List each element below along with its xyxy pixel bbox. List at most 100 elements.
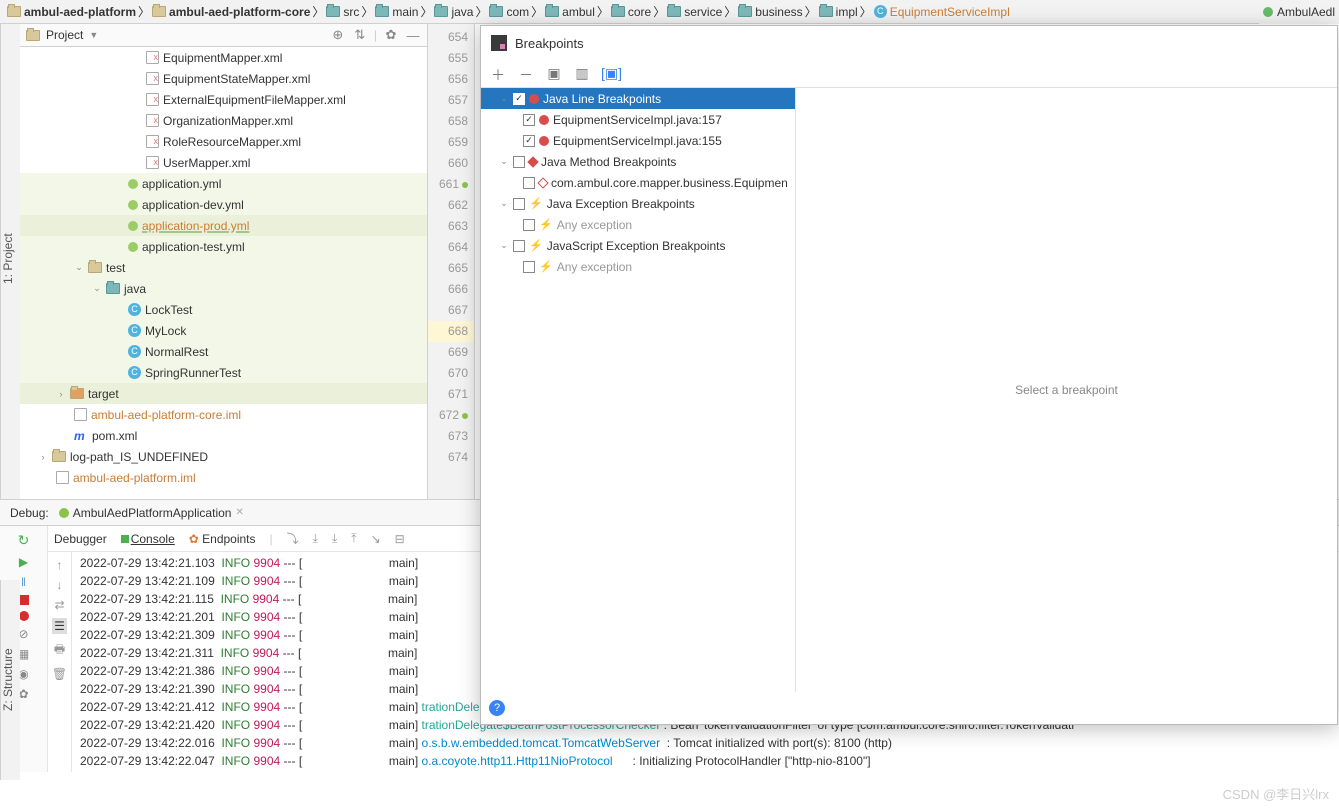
gear-icon[interactable]: ✿ [383, 27, 399, 43]
checkbox-icon[interactable]: ✓ [523, 135, 535, 147]
bp-item[interactable]: ⚡Any exception [481, 214, 795, 235]
bp-item[interactable]: ✓EquipmentServiceImpl.java:155 [481, 130, 795, 151]
tree-item[interactable]: CMyLock [20, 320, 427, 341]
tree-item[interactable]: application-test.yml [20, 236, 427, 257]
tree-item[interactable]: application.yml [20, 173, 427, 194]
breadcrumb-item[interactable]: ambul [543, 5, 597, 19]
bp-group[interactable]: ⌄✓Java Line Breakpoints [481, 88, 795, 109]
watermark: CSDN @李日兴lrx [1223, 784, 1329, 803]
dialog-title-bar[interactable]: Breakpoints [481, 26, 1337, 60]
breadcrumb-item[interactable]: CEquipmentServiceImpl [872, 5, 1012, 19]
stop-icon[interactable] [19, 595, 29, 605]
tree-item[interactable]: ⌄test [20, 257, 427, 278]
clear-icon[interactable]: 🗑 [52, 667, 67, 681]
wrap2-icon[interactable]: ☰ [52, 618, 67, 634]
minimize-icon[interactable]: — [405, 27, 421, 43]
yml-icon [128, 200, 138, 210]
bp-item[interactable]: ✓EquipmentServiceImpl.java:157 [481, 109, 795, 130]
close-icon[interactable]: ✕ [235, 507, 243, 518]
checkbox-icon[interactable] [523, 219, 535, 231]
tree-item[interactable]: EquipmentMapper.xml [20, 47, 427, 68]
pause-icon[interactable]: ‖ [21, 575, 26, 589]
breadcrumb-item[interactable]: service [665, 5, 724, 19]
breakpoint-icon [539, 136, 549, 146]
group-by-class-icon[interactable]: ▥ [573, 65, 591, 83]
locate-icon[interactable]: ⊕ [330, 27, 346, 43]
view-breakpoints-icon[interactable] [19, 611, 29, 621]
rerun-icon[interactable]: ↻ [18, 532, 30, 549]
checkbox-icon[interactable] [513, 198, 525, 210]
project-panel: Project ▼ ⊕ ⇅ | ✿ — EquipmentMapper.xmlE… [20, 24, 428, 499]
group-by-file-icon[interactable]: ▣ [545, 65, 563, 83]
step-into-icon[interactable]: ⤓ [332, 531, 337, 546]
run-to-icon[interactable]: ↘ [371, 532, 381, 546]
file-tab-label: AmbulAedl [1277, 5, 1335, 19]
up-icon[interactable]: ↑ [57, 558, 63, 572]
bp-group[interactable]: ⌄⚡Java Exception Breakpoints [481, 193, 795, 214]
chevron-icon[interactable]: ⇅ [352, 27, 368, 43]
endpoints-tab[interactable]: ✿ Endpoints [189, 532, 256, 546]
step-over-icon[interactable]: ⤓ [313, 531, 318, 546]
breadcrumb-item[interactable]: com [487, 5, 531, 19]
tree-item[interactable]: ›target [20, 383, 427, 404]
xml-icon [146, 114, 159, 127]
project-tree[interactable]: EquipmentMapper.xmlEquipmentStateMapper.… [20, 47, 427, 499]
group-by-package-icon[interactable]: [▣] [601, 65, 619, 83]
tree-item[interactable]: OrganizationMapper.xml [20, 110, 427, 131]
bp-group[interactable]: ⌄Java Method Breakpoints [481, 151, 795, 172]
dialog-title: Breakpoints [515, 36, 584, 51]
tree-item[interactable]: ExternalEquipmentFileMapper.xml [20, 89, 427, 110]
tree-item[interactable]: ambul-aed-platform-core.iml [20, 404, 427, 425]
tree-item[interactable]: application-prod.yml [20, 215, 427, 236]
editor-gutter[interactable]: 6546556566576586596606616626636646656666… [428, 24, 475, 499]
checkbox-icon[interactable] [523, 261, 535, 273]
eval-icon[interactable]: ⊟ [395, 532, 405, 546]
tree-item[interactable]: CNormalRest [20, 341, 427, 362]
breadcrumb-item[interactable]: java [432, 5, 475, 19]
tree-item[interactable]: RoleResourceMapper.xml [20, 131, 427, 152]
tree-item[interactable]: mpom.xml [20, 425, 427, 446]
checkbox-icon[interactable]: ✓ [523, 114, 535, 126]
exception-bp-icon: ⚡ [529, 197, 543, 210]
breadcrumb-item[interactable]: ambul-aed-platform [5, 5, 138, 19]
bp-item[interactable]: com.ambul.core.mapper.business.Equipmen [481, 172, 795, 193]
method-bp-icon [527, 156, 538, 167]
sidebar-tab-structure[interactable]: Z: Structure [0, 580, 20, 780]
step-out-icon[interactable]: ⤒ [351, 531, 356, 546]
breadcrumb-item[interactable]: ambul-aed-platform-core [150, 5, 312, 19]
breadcrumb-item[interactable]: src [324, 5, 361, 19]
breakpoints-tree[interactable]: ⌄✓Java Line Breakpoints✓EquipmentService… [481, 88, 796, 692]
debugger-tab[interactable]: Debugger [54, 532, 107, 546]
bp-item[interactable]: ⚡Any exception [481, 256, 795, 277]
wrap-icon[interactable]: ⇄ [54, 598, 64, 612]
bp-group[interactable]: ⌄⚡JavaScript Exception Breakpoints [481, 235, 795, 256]
help-icon[interactable]: ? [489, 700, 505, 716]
tree-item[interactable]: CSpringRunnerTest [20, 362, 427, 383]
breadcrumb-item[interactable]: business [736, 5, 804, 19]
step-down-icon[interactable]: ⤵ [287, 530, 299, 547]
tree-item[interactable]: ›log-path_IS_UNDEFINED [20, 446, 427, 467]
tree-item[interactable]: UserMapper.xml [20, 152, 427, 173]
down-icon[interactable]: ↓ [57, 578, 63, 592]
breadcrumb-item[interactable]: core [609, 5, 653, 19]
tree-item[interactable]: ambul-aed-platform.iml [20, 467, 427, 488]
breadcrumb-item[interactable]: impl [817, 5, 860, 19]
resume-icon[interactable]: ▶ [19, 555, 28, 569]
tree-item[interactable]: ⌄java [20, 278, 427, 299]
file-tab-right[interactable]: AmbulAedl [1259, 0, 1339, 24]
breadcrumb-item[interactable]: main [373, 5, 420, 19]
dropdown-icon[interactable]: ▼ [89, 30, 98, 40]
sidebar-tab-project[interactable]: 1: Project [0, 24, 20, 499]
checkbox-icon[interactable]: ✓ [513, 93, 525, 105]
checkbox-icon[interactable] [513, 240, 525, 252]
checkbox-icon[interactable] [523, 177, 535, 189]
tree-item[interactable]: application-dev.yml [20, 194, 427, 215]
tree-item[interactable]: CLockTest [20, 299, 427, 320]
remove-icon[interactable]: － [517, 65, 535, 83]
checkbox-icon[interactable] [513, 156, 525, 168]
add-icon[interactable]: ＋ [489, 65, 507, 83]
print-icon[interactable]: 🖶 [54, 640, 65, 661]
run-config-tab[interactable]: AmbulAedPlatformApplication ✕ [59, 506, 244, 520]
console-tab[interactable]: Console [121, 532, 175, 546]
tree-item[interactable]: EquipmentStateMapper.xml [20, 68, 427, 89]
